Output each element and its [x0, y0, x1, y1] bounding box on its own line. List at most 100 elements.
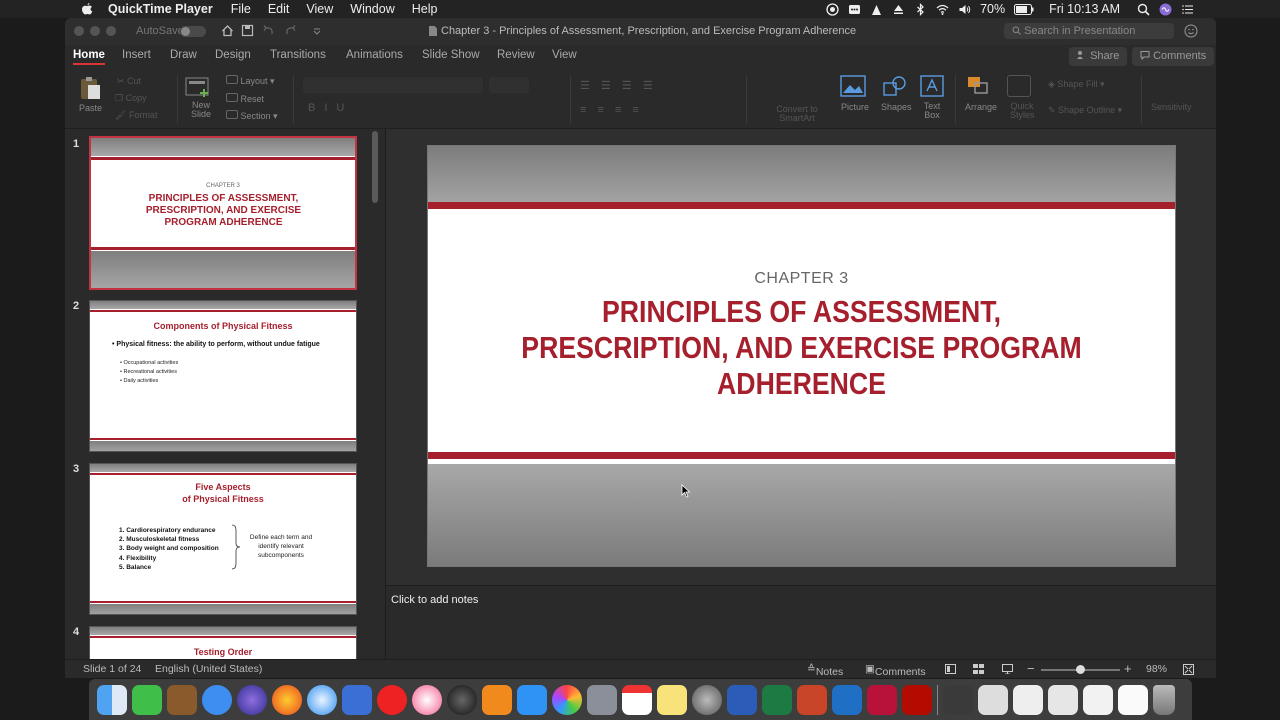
save-icon[interactable] [241, 24, 254, 37]
system-preferences-icon[interactable] [692, 684, 722, 715]
menu-window[interactable]: Window [350, 2, 394, 16]
quicktime-icon[interactable] [447, 684, 477, 715]
arrange-icon[interactable] [966, 75, 992, 97]
zoom-out-button[interactable]: − [1027, 661, 1035, 676]
tab-design[interactable]: Design [215, 49, 251, 61]
slide-editor[interactable]: CHAPTER 3 PRINCIPLES OF ASSESSMENT, PRES… [386, 129, 1216, 585]
mendeley-icon[interactable] [867, 684, 897, 715]
normal-view-icon[interactable] [945, 664, 956, 674]
wifi-icon[interactable] [936, 3, 949, 16]
battery-icon[interactable] [1014, 3, 1034, 15]
recent-document-icon[interactable] [1083, 684, 1113, 715]
firefox-icon[interactable] [272, 684, 302, 715]
sensitivity-button[interactable]: Sensitivity [1151, 102, 1192, 112]
slide-thumbnail-4[interactable]: Testing Order [89, 626, 357, 659]
notification-center-icon[interactable] [1181, 3, 1194, 16]
section-button[interactable]: Section ▾ [226, 110, 278, 122]
news-icon[interactable] [377, 684, 407, 715]
slide-subtitle[interactable]: CHAPTER 3 [428, 270, 1175, 288]
close-window-button[interactable] [74, 26, 84, 36]
search-input[interactable]: Search in Presentation [1004, 23, 1174, 39]
undo-icon[interactable] [262, 24, 275, 37]
contacts-icon[interactable] [167, 684, 197, 715]
record-icon[interactable] [826, 2, 839, 16]
recent-window-icon[interactable] [943, 684, 973, 715]
text-box-icon[interactable] [920, 75, 944, 97]
language-status[interactable]: English (United States) [155, 663, 262, 675]
slide-thumbnail-2[interactable]: Components of Physical Fitness • Physica… [89, 300, 357, 452]
tab-slide-show[interactable]: Slide Show [422, 49, 480, 61]
zoom-slider-handle[interactable] [1076, 665, 1085, 674]
zoom-level[interactable]: 98% [1146, 663, 1167, 675]
music-icon[interactable] [412, 684, 442, 715]
tab-animations[interactable]: Animations [346, 49, 403, 61]
tab-draw[interactable]: Draw [170, 49, 197, 61]
volume-icon[interactable] [958, 3, 971, 16]
apple-icon[interactable] [80, 2, 94, 16]
font-format-buttons[interactable]: BIU [308, 102, 353, 114]
shape-fill-button[interactable]: ◈ Shape Fill ▾ [1048, 79, 1104, 90]
clock[interactable]: Fri 10:13 AM [1049, 2, 1120, 16]
finder-icon[interactable] [97, 684, 127, 715]
user-lock-icon[interactable] [870, 3, 883, 16]
menu-view[interactable]: View [306, 2, 333, 16]
outlook-icon[interactable] [832, 684, 862, 715]
notes-toggle[interactable]: ≙ Notes [807, 663, 843, 678]
share-button[interactable]: Share [1069, 47, 1128, 66]
slideshow-view-icon[interactable] [1002, 664, 1013, 674]
slide-thumbnail-1[interactable]: CHAPTER 3 PRINCIPLES OF ASSESSMENT, PRES… [89, 136, 357, 290]
list-buttons[interactable]: ☰ ☰ ☰ ☰ [580, 79, 657, 92]
home-icon[interactable] [221, 24, 234, 37]
excel-icon[interactable] [762, 684, 792, 715]
redo-icon[interactable] [284, 24, 297, 37]
calendar-icon[interactable] [622, 684, 652, 715]
current-slide[interactable]: CHAPTER 3 PRINCIPLES OF ASSESSMENT, PRES… [427, 145, 1176, 567]
safari-icon[interactable] [307, 684, 337, 715]
quick-styles-icon[interactable] [1007, 75, 1031, 97]
trash-icon[interactable] [1153, 684, 1175, 715]
acrobat-icon[interactable] [902, 684, 932, 715]
tab-review[interactable]: Review [497, 49, 535, 61]
tab-view[interactable]: View [552, 49, 577, 61]
spotlight-search-icon[interactable] [1137, 3, 1150, 16]
downloads-icon[interactable] [1118, 684, 1148, 715]
recent-document-icon[interactable] [978, 684, 1008, 715]
convert-smartart-button[interactable]: Convert to SmartArt [776, 105, 818, 123]
fit-slide-icon[interactable] [1183, 664, 1194, 675]
facetime-icon[interactable] [132, 684, 162, 715]
reset-button[interactable]: Reset [226, 93, 264, 104]
powerpoint-icon[interactable] [797, 684, 827, 715]
zoom-in-button[interactable]: + [1124, 661, 1132, 676]
slide-title[interactable]: PRINCIPLES OF ASSESSMENT, PRESCRIPTION, … [480, 294, 1122, 402]
paste-icon[interactable] [77, 75, 103, 101]
word-icon[interactable] [727, 684, 757, 715]
picture-icon[interactable] [840, 75, 866, 97]
siri-icon[interactable] [237, 684, 267, 715]
font-name-dropdown[interactable] [303, 77, 483, 93]
shape-outline-button[interactable]: ✎ Shape Outline ▾ [1048, 105, 1122, 116]
align-buttons[interactable]: ≡ ≡ ≡ ≡ [580, 104, 643, 116]
preview-icon[interactable] [342, 684, 372, 715]
tab-insert[interactable]: Insert [122, 49, 151, 61]
app-menu[interactable]: QuickTime Player [108, 2, 213, 16]
shapes-icon[interactable] [882, 75, 908, 97]
menu-help[interactable]: Help [412, 2, 438, 16]
menu-file[interactable]: File [231, 2, 251, 16]
books-icon[interactable] [482, 684, 512, 715]
customize-toolbar-icon[interactable] [313, 27, 321, 35]
launchpad-icon[interactable] [587, 684, 617, 715]
tab-home[interactable]: Home [73, 49, 105, 65]
comments-toggle[interactable]: ▣ Comments [865, 663, 926, 678]
recent-document-icon[interactable] [1013, 684, 1043, 715]
copy-button[interactable]: ❐ Copy [115, 93, 147, 104]
app-store-icon[interactable] [517, 684, 547, 715]
recent-document-icon[interactable] [1048, 684, 1078, 715]
smiley-feedback-icon[interactable] [1184, 24, 1198, 38]
autosave-toggle[interactable] [180, 26, 206, 37]
tab-transitions[interactable]: Transitions [270, 49, 326, 61]
messages-icon[interactable] [202, 684, 232, 715]
new-slide-icon[interactable] [185, 75, 211, 99]
comments-button[interactable]: Comments [1132, 47, 1215, 66]
cut-button[interactable]: ✂ Cut [117, 76, 141, 87]
minimize-window-button[interactable] [90, 26, 100, 36]
